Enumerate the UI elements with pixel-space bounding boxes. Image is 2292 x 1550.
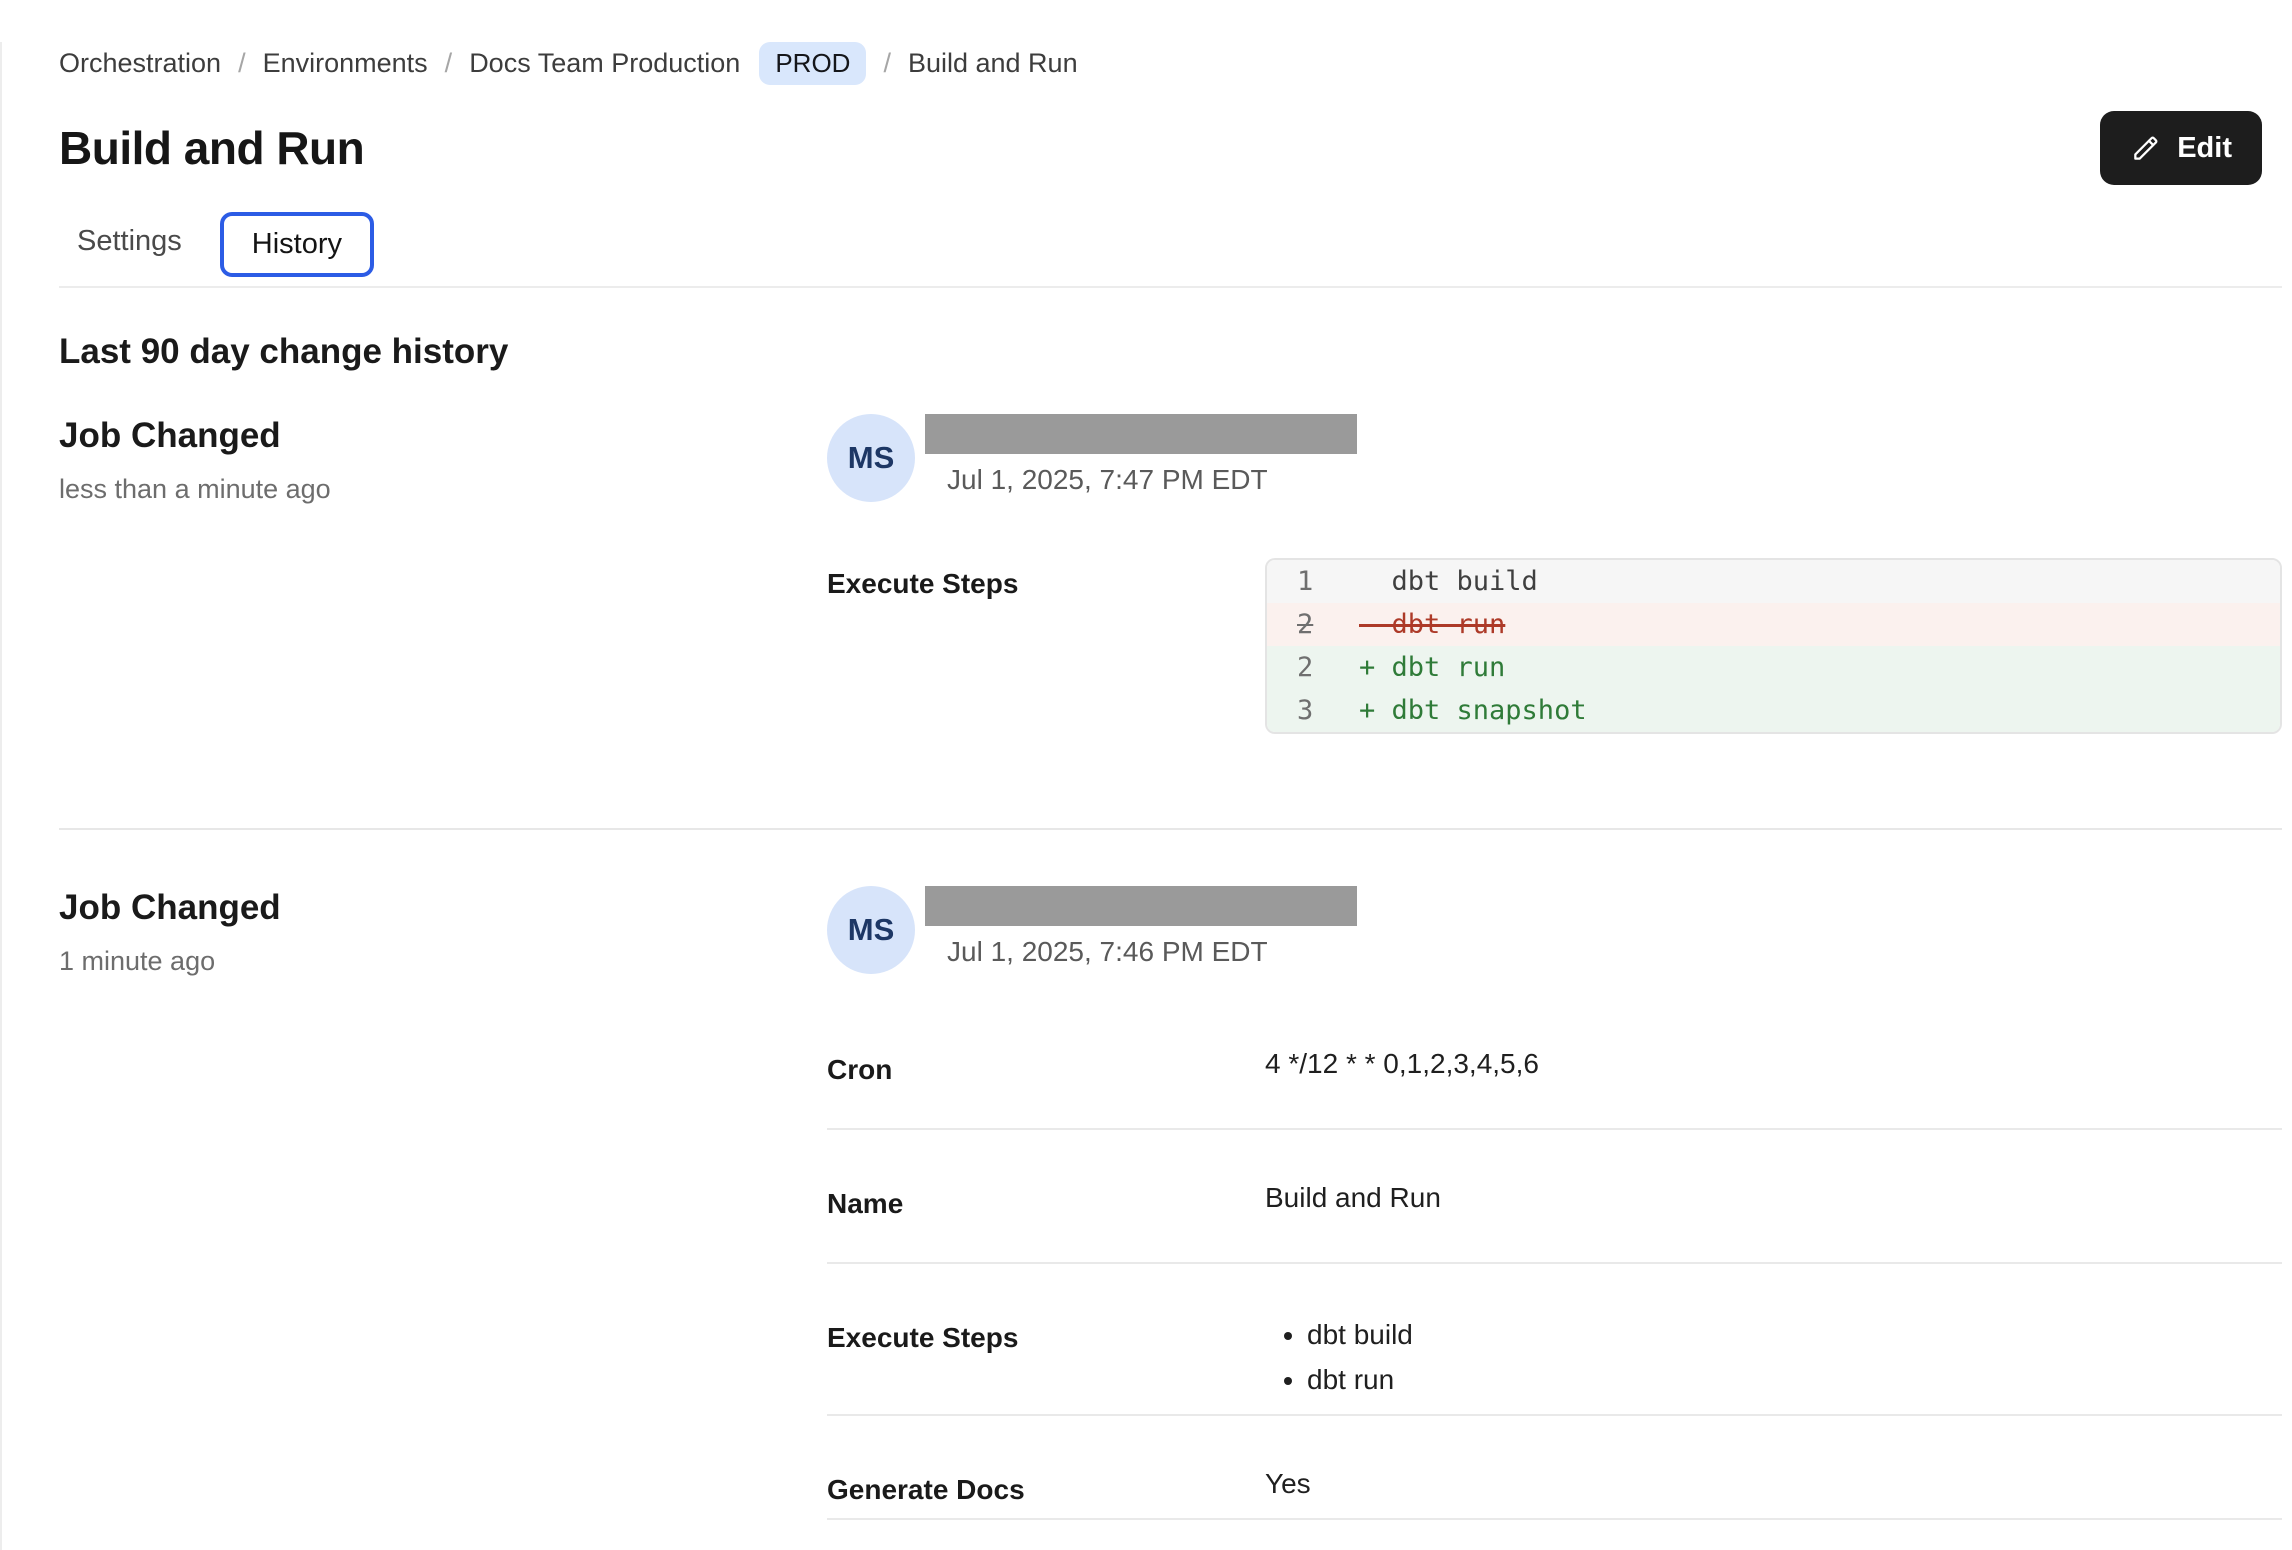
redacted-name-bar bbox=[925, 414, 1357, 454]
tab-bar: Settings History bbox=[59, 209, 2282, 288]
event-timestamp: Jul 1, 2025, 7:47 PM EDT bbox=[947, 464, 1357, 496]
breadcrumb-item-orchestration[interactable]: Orchestration bbox=[59, 48, 221, 79]
event-relative-time: 1 minute ago bbox=[59, 946, 827, 977]
tab-history[interactable]: History bbox=[220, 212, 374, 277]
page-header: Build and Run Edit bbox=[59, 111, 2282, 185]
author-byline: MS Jul 1, 2025, 7:46 PM EDT bbox=[827, 886, 2282, 974]
line-number: 2 bbox=[1267, 646, 1359, 689]
detail-row-name: Name Build and Run bbox=[827, 1130, 2282, 1264]
detail-value: 4 */12 * * 0,1,2,3,4,5,6 bbox=[1265, 1044, 1539, 1090]
detail-value: Yes bbox=[1265, 1464, 1311, 1510]
code-text: + dbt snapshot bbox=[1359, 689, 1587, 732]
redacted-name-bar bbox=[925, 886, 1357, 926]
detail-row-generate-docs: Generate Docs Yes bbox=[827, 1416, 2282, 1520]
diff-line-added: 3 + dbt snapshot bbox=[1267, 689, 2280, 732]
detail-row-execute-steps: Execute Steps dbt build dbt run bbox=[827, 1264, 2282, 1416]
detail-row-cron: Cron 4 */12 * * 0,1,2,3,4,5,6 bbox=[827, 1044, 2282, 1130]
detail-label: Generate Docs bbox=[827, 1464, 1265, 1510]
detail-value: Build and Run bbox=[1265, 1178, 1441, 1224]
change-row-execute-steps: Execute Steps 1 dbt build 2 - dbt run 2 … bbox=[827, 558, 2282, 734]
event-relative-time: less than a minute ago bbox=[59, 474, 827, 505]
diff-line-context: 1 dbt build bbox=[1267, 560, 2280, 603]
breadcrumb-item-docs-team-production[interactable]: Docs Team Production bbox=[469, 48, 740, 79]
history-entry: Job Changed 1 minute ago MS Jul 1, 2025,… bbox=[59, 886, 2282, 1520]
code-text: dbt build bbox=[1359, 560, 1538, 603]
avatar-initials: MS bbox=[848, 912, 895, 948]
author-byline: MS Jul 1, 2025, 7:47 PM EDT bbox=[827, 414, 2282, 502]
list-item: dbt build bbox=[1307, 1312, 1413, 1357]
detail-label: Name bbox=[827, 1178, 1265, 1224]
execute-steps-list: dbt build dbt run bbox=[1265, 1312, 1413, 1402]
detail-label: Cron bbox=[827, 1044, 1265, 1090]
user-avatar: MS bbox=[827, 886, 915, 974]
section-heading: Last 90 day change history bbox=[59, 332, 2282, 372]
edit-button[interactable]: Edit bbox=[2100, 111, 2262, 185]
breadcrumb-item-environments[interactable]: Environments bbox=[263, 48, 428, 79]
prod-environment-badge: PROD bbox=[759, 42, 866, 85]
list-item: dbt run bbox=[1307, 1357, 1413, 1402]
avatar-initials: MS bbox=[848, 440, 895, 476]
breadcrumb-item-build-and-run[interactable]: Build and Run bbox=[908, 48, 1078, 79]
event-title: Job Changed bbox=[59, 414, 827, 458]
detail-label: Execute Steps bbox=[827, 1312, 1265, 1402]
page-title: Build and Run bbox=[59, 121, 364, 175]
main-content: Orchestration / Environments / Docs Team… bbox=[2, 42, 2292, 1520]
execute-steps-diff-block: 1 dbt build 2 - dbt run 2 + dbt run 3 + … bbox=[1265, 558, 2282, 734]
breadcrumb-separator: / bbox=[445, 48, 453, 79]
breadcrumb-separator: / bbox=[238, 48, 246, 79]
user-avatar: MS bbox=[827, 414, 915, 502]
history-entry: Job Changed less than a minute ago MS Ju… bbox=[59, 414, 2282, 734]
event-title: Job Changed bbox=[59, 886, 827, 930]
event-timestamp: Jul 1, 2025, 7:46 PM EDT bbox=[947, 936, 1357, 968]
line-number: 3 bbox=[1267, 689, 1359, 732]
line-number: 2 bbox=[1267, 603, 1359, 646]
breadcrumb: Orchestration / Environments / Docs Team… bbox=[59, 42, 2282, 85]
diff-line-added: 2 + dbt run bbox=[1267, 646, 2280, 689]
breadcrumb-separator: / bbox=[883, 48, 891, 79]
change-label: Execute Steps bbox=[827, 558, 1265, 734]
code-text: + dbt run bbox=[1359, 646, 1505, 689]
line-number: 1 bbox=[1267, 560, 1359, 603]
entry-divider bbox=[59, 828, 2282, 830]
diff-line-removed: 2 - dbt run bbox=[1267, 603, 2280, 646]
edit-button-label: Edit bbox=[2177, 132, 2232, 165]
pencil-icon bbox=[2130, 132, 2162, 164]
job-details-table: Cron 4 */12 * * 0,1,2,3,4,5,6 Name Build… bbox=[827, 1044, 2282, 1520]
code-text: - dbt run bbox=[1359, 603, 1505, 646]
tab-settings[interactable]: Settings bbox=[77, 209, 182, 286]
